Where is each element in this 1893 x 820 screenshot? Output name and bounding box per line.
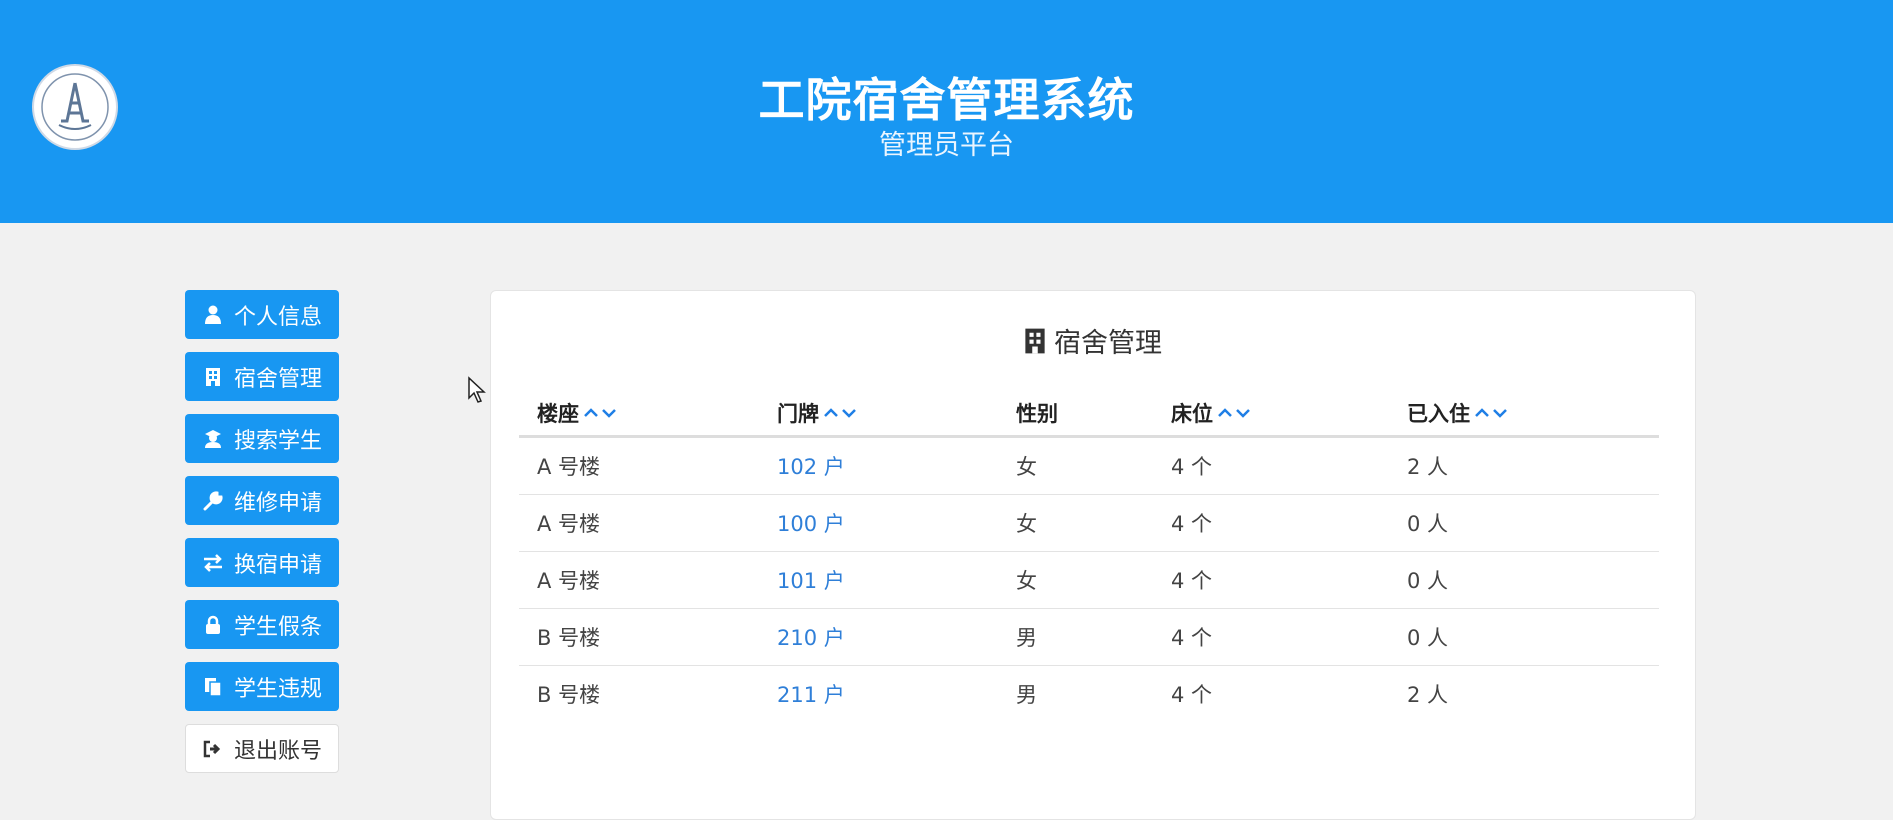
panel-title-text: 宿舍管理 <box>1054 328 1162 359</box>
column-label: 已入住 <box>1407 402 1470 426</box>
building-icon <box>1024 327 1046 355</box>
mouse-cursor-icon <box>468 376 486 403</box>
cell-building: A 号楼 <box>537 455 601 479</box>
table-row: A 号楼 101 户 女 4 个 0 人 <box>519 552 1659 609</box>
cell-beds: 4 个 <box>1171 626 1213 650</box>
app-subtitle: 管理员平台 <box>879 130 1014 161</box>
sidebar-item-label: 宿舍管理 <box>233 366 322 392</box>
sort-icon[interactable] <box>1217 407 1253 419</box>
cell-building: A 号楼 <box>537 512 601 536</box>
table-row: B 号楼 210 户 男 4 个 0 人 <box>519 609 1659 666</box>
cell-gender: 女 <box>1016 569 1037 593</box>
cell-occupied: 0 人 <box>1407 512 1449 536</box>
student-icon <box>202 428 224 450</box>
column-header-building[interactable]: 楼座 <box>537 391 619 435</box>
sidebar-item-label: 搜索学生 <box>233 428 322 454</box>
cell-building: A 号楼 <box>537 569 601 593</box>
sidebar-item-search-student[interactable]: 搜索学生 <box>185 414 339 463</box>
cell-occupied: 2 人 <box>1407 683 1449 707</box>
sidebar-item-repair-request[interactable]: 维修申请 <box>185 476 339 525</box>
cell-gender: 男 <box>1016 626 1037 650</box>
cell-occupied: 0 人 <box>1407 569 1449 593</box>
sort-icon[interactable] <box>583 407 619 419</box>
table-row: A 号楼 102 户 女 4 个 2 人 <box>519 438 1659 495</box>
cell-occupied: 0 人 <box>1407 626 1449 650</box>
cell-gender: 女 <box>1016 512 1037 536</box>
swap-icon <box>202 552 224 574</box>
cell-door-link[interactable]: 211 户 <box>777 666 845 722</box>
cell-gender: 女 <box>1016 455 1037 479</box>
sidebar-item-label: 个人信息 <box>233 304 322 330</box>
column-label: 床位 <box>1171 402 1213 426</box>
sort-icon[interactable] <box>823 407 859 419</box>
cell-building: B 号楼 <box>537 626 601 650</box>
cell-gender: 男 <box>1016 683 1037 707</box>
cell-door-link[interactable]: 102 户 <box>777 438 845 494</box>
sidebar-item-profile[interactable]: 个人信息 <box>185 290 339 339</box>
sidebar-item-label: 换宿申请 <box>233 552 322 578</box>
copy-icon <box>202 676 224 698</box>
cell-door-link[interactable]: 210 户 <box>777 609 845 665</box>
cell-occupied: 2 人 <box>1407 455 1449 479</box>
cell-door-link[interactable]: 101 户 <box>777 552 845 608</box>
building-icon <box>202 366 224 388</box>
logout-button[interactable]: 退出账号 <box>185 724 339 773</box>
column-header-beds[interactable]: 床位 <box>1171 391 1253 435</box>
app-title: 工院宿舍管理系统 <box>758 73 1135 127</box>
app-header: 工院宿舍管理系统 管理员平台 <box>0 0 1893 223</box>
wrench-icon <box>202 490 224 512</box>
cell-building: B 号楼 <box>537 683 601 707</box>
cell-beds: 4 个 <box>1171 455 1213 479</box>
column-header-door[interactable]: 门牌 <box>777 391 859 435</box>
cell-beds: 4 个 <box>1171 683 1213 707</box>
logout-label: 退出账号 <box>233 738 322 764</box>
column-label: 性别 <box>1016 402 1058 426</box>
column-header-occupied[interactable]: 已入住 <box>1407 391 1510 435</box>
sidebar-item-label: 学生假条 <box>233 614 322 640</box>
column-label: 门牌 <box>777 402 819 426</box>
user-icon <box>202 304 224 326</box>
lock-icon <box>202 614 224 636</box>
sidebar-item-label: 维修申请 <box>233 490 322 516</box>
panel-title: 宿舍管理 <box>491 321 1695 360</box>
sidebar-item-violations[interactable]: 学生违规 <box>185 662 339 711</box>
sidebar-item-dorm-management[interactable]: 宿舍管理 <box>185 352 339 401</box>
column-label: 楼座 <box>537 402 579 426</box>
sort-icon[interactable] <box>1474 407 1510 419</box>
sign-out-icon <box>202 738 224 760</box>
cell-beds: 4 个 <box>1171 512 1213 536</box>
table-row: A 号楼 100 户 女 4 个 0 人 <box>519 495 1659 552</box>
sidebar-item-leave-note[interactable]: 学生假条 <box>185 600 339 649</box>
sidebar-item-label: 学生违规 <box>233 676 322 702</box>
column-header-gender: 性别 <box>1016 391 1058 435</box>
table-header: 楼座 门牌 性别 床位 已入住 <box>519 391 1659 438</box>
sidebar-item-room-change[interactable]: 换宿申请 <box>185 538 339 587</box>
dorm-table: 楼座 门牌 性别 床位 已入住 A 号楼 102 户 女 4 个 2 人 A 号… <box>519 391 1659 722</box>
table-row: B 号楼 211 户 男 4 个 2 人 <box>519 666 1659 722</box>
dorm-management-panel: 宿舍管理 楼座 门牌 性别 床位 已入住 A 号楼 102 户 女 4 个 2 … <box>490 290 1696 820</box>
cell-door-link[interactable]: 100 户 <box>777 495 845 551</box>
cell-beds: 4 个 <box>1171 569 1213 593</box>
